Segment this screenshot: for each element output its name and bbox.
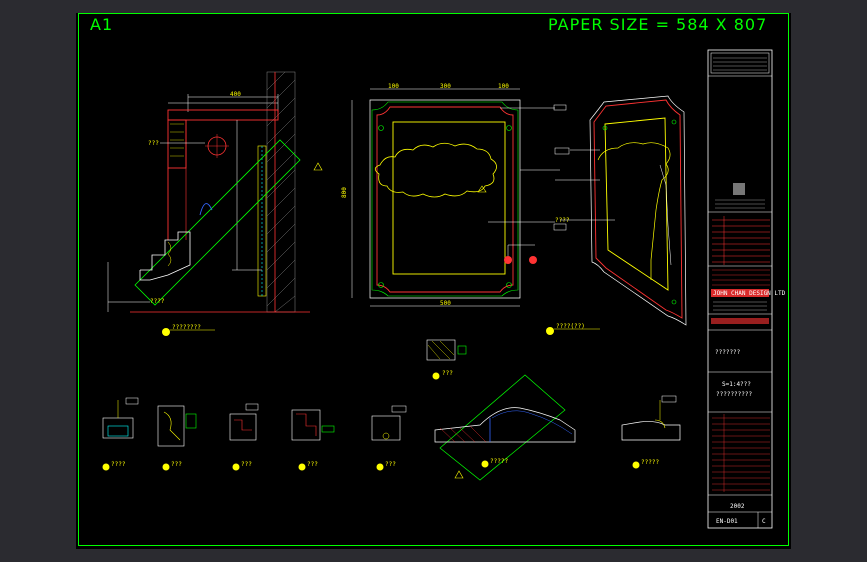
- detail-5: ???: [371, 405, 407, 471]
- svg-text:???: ???: [385, 461, 396, 468]
- svg-text:400: 400: [230, 91, 241, 98]
- drawing-number: EN-D01: [716, 518, 738, 525]
- perspective-view: [554, 95, 687, 326]
- revision-letter: C: [762, 518, 766, 525]
- detail-2: ???: [157, 405, 197, 471]
- detail-4: ???: [291, 409, 335, 471]
- svg-text:100: 100: [498, 83, 509, 90]
- detail-1: ????: [102, 397, 139, 471]
- company-name: JOHN CHAN DESIGN LTD: [713, 290, 786, 297]
- svg-text:????: ????: [555, 217, 570, 224]
- detail-7: ?????: [621, 395, 681, 469]
- front-elevation: 100 300 100 800 500 ???? ????(??): [341, 83, 600, 335]
- svg-text:???: ???: [241, 461, 252, 468]
- svg-text:????: ????: [150, 298, 165, 305]
- svg-text:????: ????: [111, 461, 126, 468]
- svg-text:???: ???: [148, 140, 159, 147]
- paper-size-label: PAPER SIZE = 584 X 807: [548, 15, 768, 34]
- svg-text:800: 800: [341, 187, 348, 198]
- small-detail: ???: [426, 339, 467, 380]
- sheet-size-label: A1: [90, 15, 114, 34]
- svg-text:?????: ?????: [641, 459, 659, 466]
- detail-3: ???: [229, 403, 259, 471]
- svg-text:300: 300: [440, 83, 451, 90]
- small-detail-label: ???: [442, 370, 453, 377]
- section-detail: 400 ??? ???? ????????: [107, 71, 323, 336]
- svg-text:???: ???: [171, 461, 182, 468]
- drawing-title: ???????: [715, 349, 741, 356]
- cad-drawing-canvas: 400 ??? ???? ???????? 100 300 100 800 50…: [102, 49, 786, 529]
- scale-text: S=1:4???: [722, 381, 751, 388]
- svg-text:500: 500: [440, 300, 451, 307]
- svg-text:100: 100: [388, 83, 399, 90]
- elevation-callout-label: ????(??): [556, 323, 585, 330]
- drawing-year: 2002: [730, 503, 745, 510]
- scale-subtext: ??????????: [716, 391, 753, 398]
- svg-text:???: ???: [307, 461, 318, 468]
- bottom-details: ???? ??? ??? ??? ??? ????? ?????: [102, 374, 681, 481]
- svg-text:?????: ?????: [490, 458, 508, 465]
- detail-6: ?????: [434, 374, 576, 481]
- section-callout-label: ????????: [172, 324, 201, 331]
- title-block: JOHN CHAN DESIGN LTD ??????? S=1:4??? ??…: [707, 49, 786, 529]
